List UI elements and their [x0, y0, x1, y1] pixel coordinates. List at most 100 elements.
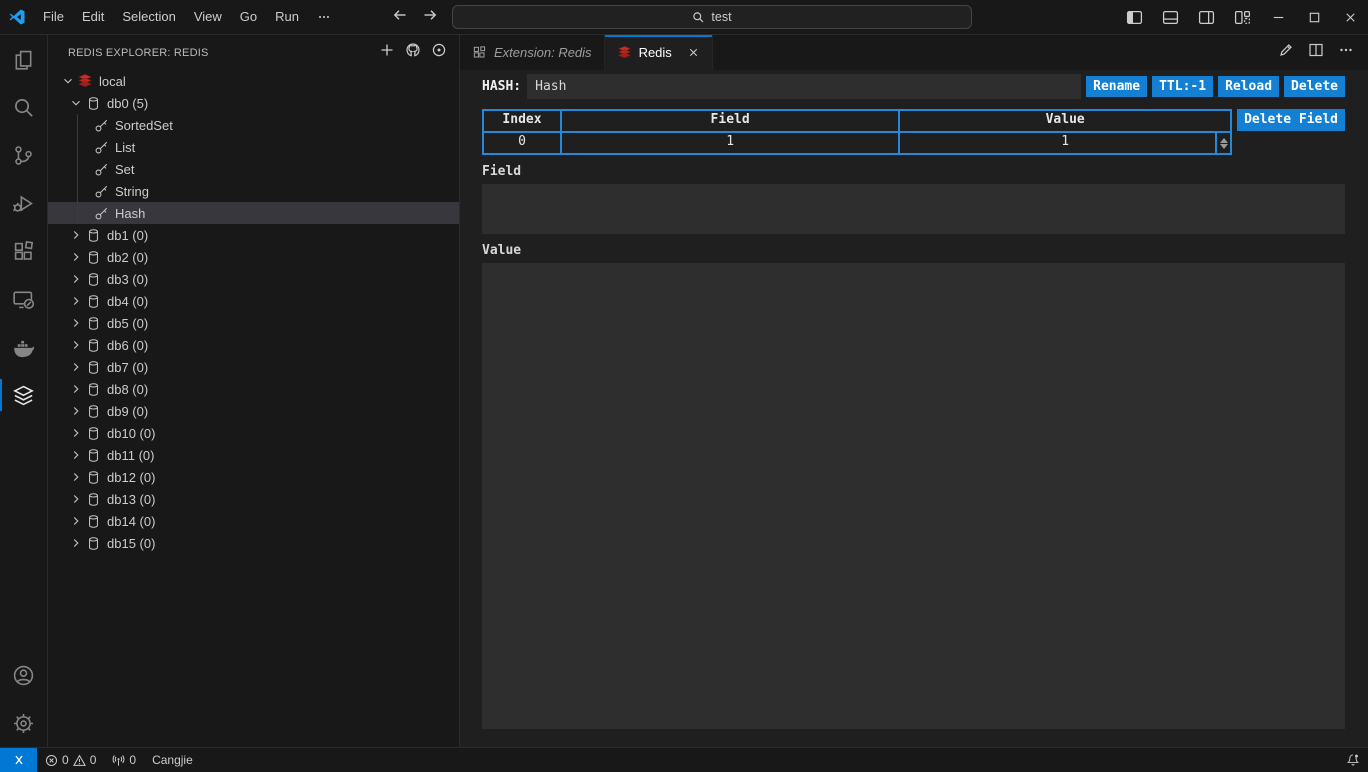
chevron-right-icon[interactable] — [68, 447, 84, 463]
explorer-icon[interactable] — [0, 35, 47, 83]
tab-close-icon[interactable] — [687, 46, 700, 59]
value-spinner[interactable] — [1215, 133, 1230, 153]
extensions-icon[interactable] — [0, 227, 47, 275]
key-name-input[interactable] — [527, 74, 1081, 99]
ports-indicator[interactable]: 0 — [104, 748, 144, 772]
database-icon — [84, 513, 102, 529]
tree-item-hash[interactable]: Hash — [48, 202, 459, 224]
tree-item-db13-0[interactable]: db13 (0) — [48, 488, 459, 510]
activity-bar — [0, 35, 48, 747]
split-editor-icon[interactable] — [1308, 42, 1324, 63]
menu-edit[interactable]: Edit — [73, 5, 113, 29]
tree-item-local[interactable]: local — [48, 70, 459, 92]
chevron-right-icon[interactable] — [68, 535, 84, 551]
tree-item-db2-0[interactable]: db2 (0) — [48, 246, 459, 268]
tree-item-db9-0[interactable]: db9 (0) — [48, 400, 459, 422]
maximize-button[interactable] — [1296, 0, 1332, 34]
run-debug-icon[interactable] — [0, 179, 47, 227]
menu-view[interactable]: View — [185, 5, 231, 29]
tree-item-db7-0[interactable]: db7 (0) — [48, 356, 459, 378]
delete-field-button[interactable]: Delete Field — [1237, 109, 1345, 131]
tree-item-db8-0[interactable]: db8 (0) — [48, 378, 459, 400]
redis-explorer-activity-icon[interactable] — [0, 371, 47, 419]
add-connection-icon[interactable] — [379, 42, 395, 63]
toggle-panel-icon[interactable] — [1152, 0, 1188, 34]
chevron-right-icon[interactable] — [68, 403, 84, 419]
tree-item-db15-0[interactable]: db15 (0) — [48, 532, 459, 554]
docker-icon[interactable] — [0, 323, 47, 371]
ttl-button[interactable]: TTL:-1 — [1152, 76, 1213, 98]
chevron-right-icon[interactable] — [68, 315, 84, 331]
cell-field[interactable]: 1 — [560, 133, 898, 153]
tree-item-db1-0[interactable]: db1 (0) — [48, 224, 459, 246]
chevron-right-icon[interactable] — [68, 491, 84, 507]
tab-redis[interactable]: Redis — [605, 35, 713, 70]
menu-selection[interactable]: Selection — [113, 5, 184, 29]
value-textarea[interactable] — [482, 263, 1345, 729]
language-mode[interactable]: Cangjie — [144, 748, 201, 772]
chevron-right-icon[interactable] — [68, 271, 84, 287]
notifications-bell-icon[interactable] — [1338, 748, 1368, 772]
github-icon[interactable] — [405, 42, 421, 63]
source-control-icon[interactable] — [0, 131, 47, 179]
chevron-down-icon[interactable] — [68, 95, 84, 111]
tree-item-db5-0[interactable]: db5 (0) — [48, 312, 459, 334]
indent-guide — [77, 136, 78, 158]
menu-go[interactable]: Go — [231, 5, 266, 29]
menu-run[interactable]: Run — [266, 5, 308, 29]
chevron-right-icon[interactable] — [68, 469, 84, 485]
tree-item-label: Set — [115, 162, 135, 177]
close-window-button[interactable] — [1332, 0, 1368, 34]
chevron-placeholder — [76, 183, 92, 199]
tree-item-db3-0[interactable]: db3 (0) — [48, 268, 459, 290]
chevron-placeholder — [76, 161, 92, 177]
command-center-search[interactable]: test — [452, 5, 972, 29]
tree-item-sortedset[interactable]: SortedSet — [48, 114, 459, 136]
chevron-right-icon[interactable] — [68, 293, 84, 309]
cell-value[interactable]: 1 — [898, 133, 1230, 153]
customize-layout-icon[interactable] — [1224, 0, 1260, 34]
database-icon — [84, 491, 102, 507]
account-icon[interactable] — [0, 651, 47, 699]
edit-pencil-icon[interactable] — [1278, 42, 1294, 63]
tab-extension-redis[interactable]: Extension: Redis — [460, 35, 605, 70]
delete-button[interactable]: Delete — [1284, 76, 1345, 98]
forward-arrow-icon[interactable] — [422, 7, 438, 28]
tree-item-label: db14 (0) — [107, 514, 155, 529]
tree-item-db6-0[interactable]: db6 (0) — [48, 334, 459, 356]
chevron-down-icon[interactable] — [60, 73, 76, 89]
chevron-right-icon[interactable] — [68, 337, 84, 353]
tree-item-db10-0[interactable]: db10 (0) — [48, 422, 459, 444]
tree-item-db11-0[interactable]: db11 (0) — [48, 444, 459, 466]
menu-file[interactable]: File — [34, 5, 73, 29]
chevron-right-icon[interactable] — [68, 249, 84, 265]
problems-indicator[interactable]: 0 0 — [37, 748, 104, 772]
chevron-right-icon[interactable] — [68, 425, 84, 441]
field-textarea[interactable] — [482, 184, 1345, 234]
tree-item-db14-0[interactable]: db14 (0) — [48, 510, 459, 532]
rename-button[interactable]: Rename — [1086, 76, 1147, 98]
search-activity-icon[interactable] — [0, 83, 47, 131]
database-icon — [86, 294, 101, 309]
more-actions-icon[interactable] — [1338, 42, 1354, 63]
toggle-primary-sidebar-icon[interactable] — [1116, 0, 1152, 34]
back-arrow-icon[interactable] — [392, 7, 408, 28]
tree-item-db12-0[interactable]: db12 (0) — [48, 466, 459, 488]
minimize-button[interactable] — [1260, 0, 1296, 34]
tree-item-string[interactable]: String — [48, 180, 459, 202]
chevron-right-icon[interactable] — [68, 513, 84, 529]
chevron-right-icon[interactable] — [68, 381, 84, 397]
menu-overflow-icon[interactable] — [308, 10, 340, 24]
toggle-secondary-sidebar-icon[interactable] — [1188, 0, 1224, 34]
chevron-right-icon[interactable] — [68, 359, 84, 375]
info-circle-icon[interactable] — [431, 42, 447, 63]
remote-indicator[interactable] — [0, 748, 37, 772]
chevron-right-icon[interactable] — [68, 227, 84, 243]
settings-gear-icon[interactable] — [0, 699, 47, 747]
reload-button[interactable]: Reload — [1218, 76, 1279, 98]
tree-item-db0-5[interactable]: db0 (5) — [48, 92, 459, 114]
tree-item-set[interactable]: Set — [48, 158, 459, 180]
tree-item-db4-0[interactable]: db4 (0) — [48, 290, 459, 312]
tree-item-list[interactable]: List — [48, 136, 459, 158]
remote-explorer-icon[interactable] — [0, 275, 47, 323]
